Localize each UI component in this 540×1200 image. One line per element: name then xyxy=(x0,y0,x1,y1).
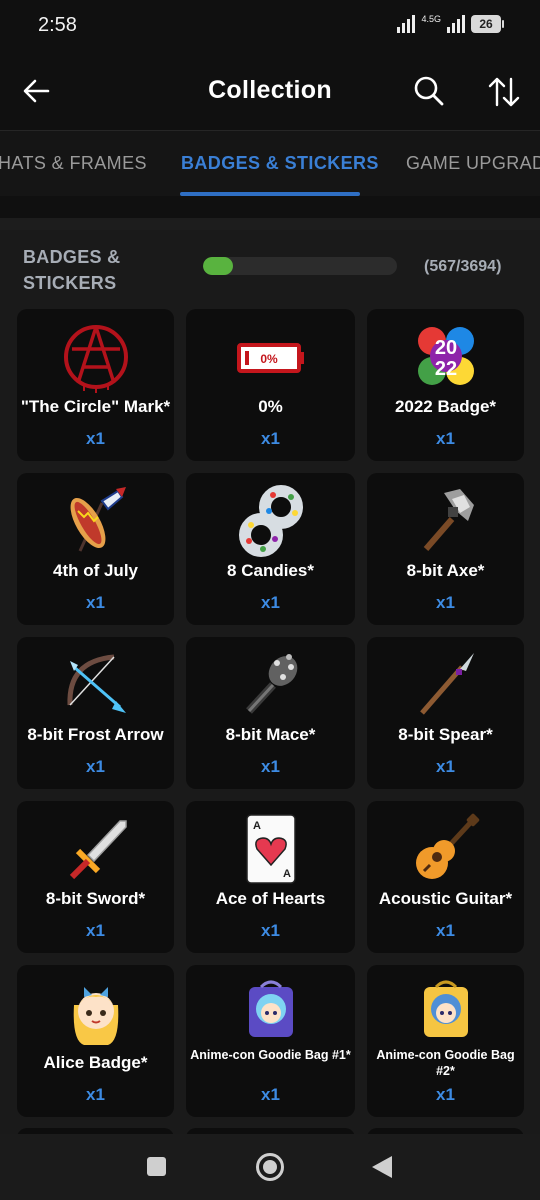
status-bar: 2:58 4.5G 26 xyxy=(0,0,540,52)
badge-card[interactable]: Alice Badge* x1 xyxy=(17,965,174,1117)
badge-quantity: x1 xyxy=(436,429,455,448)
battery-icon: 26 xyxy=(471,15,504,33)
badge-card[interactable]: 8-bit Spear* x1 xyxy=(367,637,524,789)
badge-name: Ace of Hearts xyxy=(215,889,326,908)
badge-name: "The Circle" Mark* xyxy=(20,397,171,416)
page-title: Collection xyxy=(208,76,332,104)
badge-card[interactable]: Acoustic Guitar* x1 xyxy=(367,801,524,953)
badge-quantity: x1 xyxy=(436,1085,455,1104)
badge-quantity: x1 xyxy=(86,757,105,776)
2022-badge-icon: 20 22 xyxy=(417,327,474,385)
badge-card[interactable]: Anime-con Goodie Bag #1* x1 xyxy=(186,965,355,1117)
badge-name: 4th of July xyxy=(52,561,138,580)
badge-card[interactable]: A A Ace of Hearts x1 xyxy=(186,801,355,953)
badge-name: Acoustic Guitar* xyxy=(378,889,513,908)
tab-game-upgrades[interactable]: GAME UPGRADES xyxy=(406,153,540,174)
status-time: 2:58 xyxy=(38,14,77,36)
badge-quantity: x1 xyxy=(261,429,280,448)
svg-text:0%: 0% xyxy=(260,352,278,366)
back-button[interactable] xyxy=(372,1156,392,1178)
tab-hats-frames[interactable]: HATS & FRAMES xyxy=(0,153,147,174)
pixel-spear-icon xyxy=(419,653,474,715)
empty-battery-icon: 0% xyxy=(236,343,304,373)
badge-quantity: x1 xyxy=(261,921,280,940)
svg-text:20: 20 xyxy=(434,337,456,359)
pixel-axe-icon xyxy=(423,489,474,551)
badge-name: 8 Candies* xyxy=(227,561,314,580)
progress-fill xyxy=(203,257,233,275)
divider xyxy=(0,218,540,230)
app-bar: Collection xyxy=(0,52,540,130)
badge-quantity: x1 xyxy=(86,921,105,940)
badge-name: Anime-con Goodie Bag #1* xyxy=(190,1048,351,1062)
badge-name: 8-bit Frost Arrow xyxy=(27,725,164,744)
system-nav-bar xyxy=(0,1134,540,1200)
badge-card[interactable]: 8-bit Axe* x1 xyxy=(367,473,524,625)
recents-button[interactable] xyxy=(147,1157,166,1176)
section-title: BADGES & STICKERS xyxy=(23,247,121,293)
badge-card[interactable]: 8 Candies* x1 xyxy=(186,473,355,625)
badge-quantity: x1 xyxy=(436,593,455,612)
badge-quantity: x1 xyxy=(436,921,455,940)
tab-badges-stickers[interactable]: BADGES & STICKERS xyxy=(181,153,379,174)
badge-quantity: x1 xyxy=(436,757,455,776)
badge-name: Anime-con Goodie Bag #2* xyxy=(376,1048,515,1078)
badge-name: 8-bit Mace* xyxy=(225,725,316,744)
circle-mark-icon xyxy=(63,325,128,393)
collection-progress-bar xyxy=(203,257,397,275)
anime-bag-icon xyxy=(423,980,468,1037)
hotdog-rocket-icon xyxy=(70,487,126,552)
badge-name: 8-bit Axe* xyxy=(406,561,485,580)
svg-text:22: 22 xyxy=(434,358,456,380)
ace-of-hearts-icon: A A xyxy=(245,814,296,884)
network-type: 4.5G xyxy=(421,14,441,24)
candy-eight-icon xyxy=(238,485,303,557)
signal-icon-2 xyxy=(447,15,465,33)
svg-text:A: A xyxy=(253,820,261,832)
badge-quantity: x1 xyxy=(261,1085,280,1104)
pixel-sword-icon xyxy=(69,820,127,880)
badge-name: 0% xyxy=(258,397,283,416)
badge-card[interactable]: 0% 0% x1 xyxy=(186,309,355,461)
sort-icon[interactable] xyxy=(486,74,522,110)
badge-card[interactable]: 8-bit Frost Arrow x1 xyxy=(17,637,174,789)
badge-quantity: x1 xyxy=(86,1085,105,1104)
badge-card[interactable]: 20 22 2022 Badge* x1 xyxy=(367,309,524,461)
svg-text:A: A xyxy=(283,868,291,880)
badge-name: 2022 Badge* xyxy=(394,397,497,416)
signal-icon xyxy=(397,15,416,33)
guitar-icon xyxy=(415,813,479,879)
badge-name: Alice Badge* xyxy=(43,1053,148,1072)
badge-quantity: x1 xyxy=(86,429,105,448)
badge-name: 8-bit Spear* xyxy=(398,725,493,744)
alice-icon xyxy=(73,987,118,1045)
badge-quantity: x1 xyxy=(86,593,105,612)
badge-card[interactable]: 8-bit Sword* x1 xyxy=(17,801,174,953)
badge-quantity: x1 xyxy=(261,593,280,612)
battery-level: 26 xyxy=(471,15,501,33)
pixel-mace-icon xyxy=(245,654,297,714)
active-tab-indicator xyxy=(180,192,360,196)
pixel-bow-icon xyxy=(66,654,126,713)
collection-count: (567/3694) xyxy=(424,258,502,275)
badge-card[interactable]: 8-bit Mace* x1 xyxy=(186,637,355,789)
badge-card[interactable]: Anime-con Goodie Bag #2* x1 xyxy=(367,965,524,1117)
badge-card[interactable]: "The Circle" Mark* x1 xyxy=(17,309,174,461)
badge-name: 8-bit Sword* xyxy=(45,889,146,908)
anime-bag-icon xyxy=(248,980,293,1037)
badge-grid: "The Circle" Mark* x1 0% 0% x1 20 22 202… xyxy=(17,309,524,1117)
badge-quantity: x1 xyxy=(261,757,280,776)
status-indicators: 4.5G 26 xyxy=(397,14,504,34)
search-icon[interactable] xyxy=(412,74,446,108)
tab-bar: HATS & FRAMES BADGES & STICKERS GAME UPG… xyxy=(0,130,540,196)
home-button[interactable] xyxy=(256,1153,284,1181)
badge-card[interactable]: 4th of July x1 xyxy=(17,473,174,625)
